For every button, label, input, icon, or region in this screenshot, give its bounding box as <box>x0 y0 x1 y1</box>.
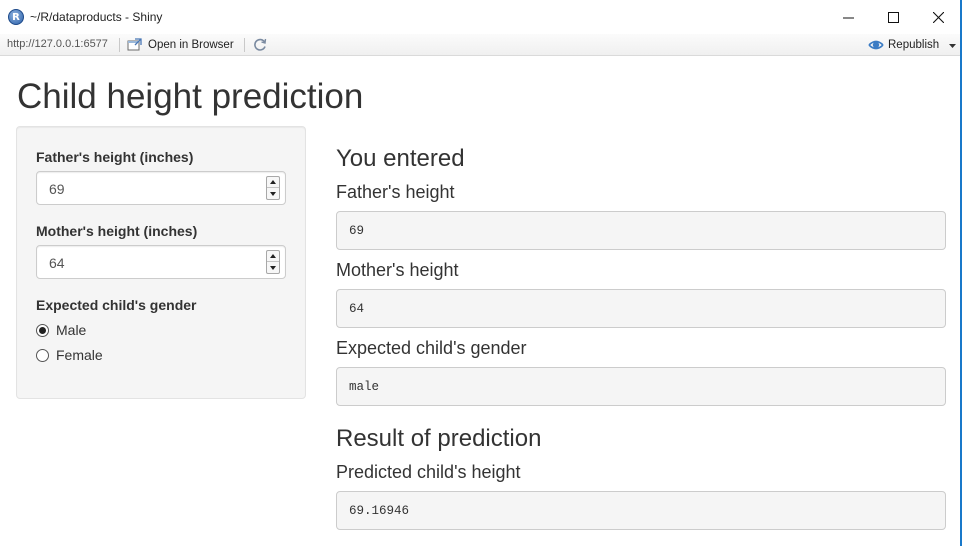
father-height-output: 69 <box>336 211 946 250</box>
viewer-toolbar: http://127.0.0.1:6577 Open in Browser Re… <box>0 34 962 56</box>
predicted-height-output: 69.16946 <box>336 491 946 530</box>
predicted-height-output-text: 69.16946 <box>349 504 410 518</box>
father-height-input[interactable]: 69 <box>36 171 286 205</box>
open-in-browser-label: Open in Browser <box>148 39 234 51</box>
gender-label: Expected child's gender <box>36 297 197 313</box>
chevron-up-icon <box>270 180 276 184</box>
gender-radio-male[interactable]: Male <box>36 322 86 338</box>
radio-label-male: Male <box>56 322 87 338</box>
stepper-up-button[interactable] <box>267 177 279 188</box>
republish-label: Republish <box>888 39 940 51</box>
result-heading: Result of prediction <box>336 425 542 452</box>
mother-height-output: 64 <box>336 289 946 328</box>
father-height-stepper[interactable] <box>266 176 280 200</box>
gender-output-text: male <box>349 380 380 394</box>
predicted-height-heading: Predicted child's height <box>336 462 521 482</box>
chevron-down-icon <box>270 191 276 196</box>
close-button[interactable] <box>915 0 961 34</box>
maximize-button[interactable] <box>870 0 916 34</box>
mother-height-input[interactable]: 64 <box>36 245 286 279</box>
close-icon <box>932 11 944 23</box>
radio-button-male[interactable] <box>36 323 49 337</box>
window-title: ~/R/dataproducts - Shiny <box>30 10 163 24</box>
maximize-icon <box>887 11 899 23</box>
father-height-label: Father's height (inches) <box>36 149 194 165</box>
chevron-down-icon[interactable] <box>949 39 956 51</box>
window-titlebar: R ~/R/dataproducts - Shiny <box>0 0 962 34</box>
open-in-browser-button[interactable]: Open in Browser <box>127 36 234 54</box>
republish-button[interactable]: Republish <box>868 36 939 54</box>
father-height-output-text: 69 <box>349 224 365 238</box>
r-logo-icon: R <box>8 9 24 25</box>
radio-label-female: Female <box>56 347 103 363</box>
sidebar-panel: Father's height (inches) 69 Mother's hei… <box>16 126 306 399</box>
refresh-icon <box>254 38 267 51</box>
stepper-up-button[interactable] <box>267 251 279 262</box>
refresh-button[interactable] <box>252 37 268 53</box>
minimize-icon <box>842 17 854 18</box>
stepper-down-button[interactable] <box>267 262 279 273</box>
mother-height-label: Mother's height (inches) <box>36 223 198 239</box>
toolbar-divider <box>119 38 120 52</box>
url-text: http://127.0.0.1:6577 <box>7 38 108 50</box>
page-title: Child height prediction <box>17 77 364 116</box>
minimize-button[interactable] <box>825 0 871 34</box>
open-browser-icon <box>127 38 142 51</box>
stepper-down-button[interactable] <box>267 188 279 199</box>
gender-radio-female[interactable]: Female <box>36 347 103 363</box>
republish-icon <box>868 40 884 50</box>
mother-height-stepper[interactable] <box>266 250 280 274</box>
mother-height-output-text: 64 <box>349 302 365 316</box>
mother-height-value: 64 <box>49 255 65 271</box>
entered-heading: You entered <box>336 145 465 172</box>
toolbar-divider <box>244 38 245 52</box>
radio-button-female[interactable] <box>36 348 49 362</box>
mother-height-heading: Mother's height <box>336 260 459 280</box>
gender-output: male <box>336 367 946 406</box>
father-height-heading: Father's height <box>336 182 455 202</box>
gender-heading: Expected child's gender <box>336 338 527 358</box>
father-height-value: 69 <box>49 181 65 197</box>
chevron-down-icon <box>270 265 276 270</box>
chevron-up-icon <box>270 254 276 258</box>
